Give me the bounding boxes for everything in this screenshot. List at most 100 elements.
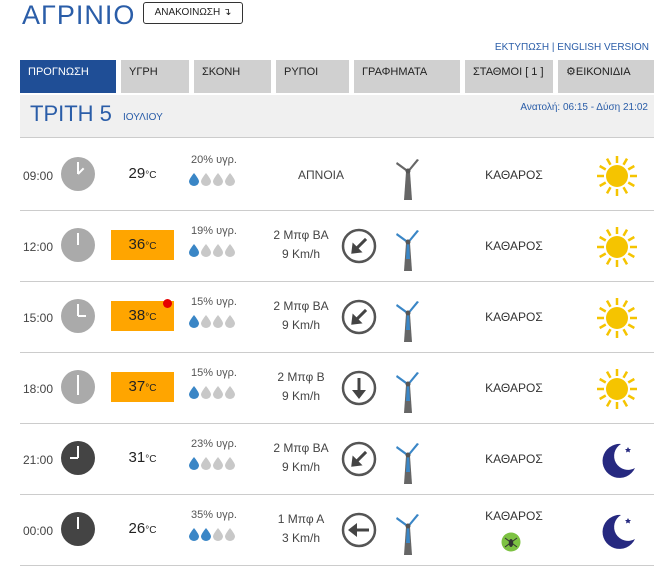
temperature-value: 26 — [128, 520, 146, 537]
forecast-row: 21:00 31°C 23% υγρ. 2 Μπφ ΒΑ 9 Km/h ΚΑΘΑ… — [20, 424, 654, 495]
clock-icon — [60, 156, 96, 192]
forecast-time: 09:00 — [23, 169, 54, 183]
humidity-drop-icon — [201, 315, 211, 332]
wind-turbine-icon — [388, 296, 428, 342]
temperature: 29°C — [111, 159, 174, 189]
day-header: ΤΡΙΤΗ 5 ΙΟΥΛΙΟΥ Ανατολή: 06:15 - Δύση 21… — [20, 95, 654, 138]
wind-force: 2 Μπφ ΒΑ — [273, 299, 329, 313]
temperature-value: 38 — [128, 307, 146, 324]
tab-stations[interactable]: ΣΤΑΘΜΟΙ [ 1 ] — [465, 60, 553, 93]
temperature-unit: °C — [145, 383, 157, 394]
forecast-row: 18:00 37°C 15% υγρ. 2 Μπφ Β 9 Km/h ΚΑΘΑΡ… — [20, 353, 654, 424]
sun-icon — [595, 296, 639, 340]
gear-icon: ⚙ — [566, 66, 576, 78]
humidity-drop-icon — [189, 528, 199, 545]
day-name: ΤΡΙΤΗ 5 — [30, 101, 112, 126]
forecast-time: 12:00 — [23, 240, 54, 254]
humidity-drop-icon — [213, 173, 223, 190]
forecast-row: 00:00 26°C 35% υγρ. 1 Μπφ Α 3 Km/h ΚΑΘΑΡ… — [20, 495, 654, 566]
wind-turbine-icon — [388, 154, 428, 200]
tab-pollutants[interactable]: ΡΥΠΟΙ — [276, 60, 349, 93]
print-link[interactable]: ΕΚΤΥΠΩΣΗ — [495, 42, 549, 53]
forecast-row: 15:00 38°C 15% υγρ. 2 Μπφ ΒΑ 9 Km/h ΚΑΘΑ… — [20, 282, 654, 353]
wind-direction-arrow-icon — [341, 228, 377, 264]
humidity-drop-icon — [201, 386, 211, 403]
top-links: ΕΚΤΥΠΩΣΗ | ENGLISH VERSION — [495, 42, 649, 53]
link-separator: | — [551, 42, 555, 53]
humidity-drop-icon — [189, 457, 199, 474]
temperature: 37°C — [111, 372, 174, 402]
humidity-drops — [189, 244, 237, 262]
wind-turbine-icon — [388, 438, 428, 484]
tab-label: ΥΓΡΗ — [129, 66, 158, 78]
wind-speed: 3 Km/h — [281, 531, 320, 545]
wind-turbine-icon — [388, 509, 428, 555]
sky-condition: ΚΑΘΑΡΟΣ — [485, 239, 543, 253]
wind-direction-arrow-icon — [341, 441, 377, 477]
announcement-button[interactable]: ΑΝΑΚΟΙΝΩΣΗ ↴ — [143, 2, 243, 24]
temperature: 31°C — [111, 443, 174, 473]
clock-icon — [60, 440, 96, 476]
humidity-drop-icon — [189, 386, 199, 403]
wind-force: ΑΠΝΟΙΑ — [297, 168, 344, 182]
sky-condition: ΚΑΘΑΡΟΣ — [485, 168, 543, 182]
tab-moisture[interactable]: ΥΓΡΗ — [121, 60, 189, 93]
tab-charts[interactable]: ΓΡΑΦΗΜΑΤΑ — [354, 60, 460, 93]
humidity-text: 20% υγρ. — [191, 154, 237, 166]
tab-label: ΕΙΚΟΝΙΔΙΑ — [575, 66, 631, 78]
humidity-drops — [189, 173, 237, 191]
humidity-drop-icon — [213, 457, 223, 474]
sunrise-sunset: Ανατολή: 06:15 - Δύση 21:02 — [520, 102, 648, 113]
humidity-drop-icon — [189, 315, 199, 332]
clock-icon — [60, 511, 96, 547]
temperature-value: 29 — [128, 165, 146, 182]
mosquito-icon — [501, 532, 521, 552]
clock-icon — [60, 298, 96, 334]
humidity-text: 19% υγρ. — [191, 225, 237, 237]
moon-icon — [595, 509, 639, 553]
humidity-drop-icon — [201, 528, 211, 545]
wind-speed: 9 Km/h — [281, 460, 320, 474]
sky-condition: ΚΑΘΑΡΟΣ — [485, 310, 543, 324]
humidity-text: 15% υγρ. — [191, 296, 237, 308]
tab-dust[interactable]: ΣΚΟΝΗ — [194, 60, 271, 93]
tab-forecast[interactable]: ΠΡΟΓΝΩΣΗ — [20, 60, 116, 93]
tab-label: ΣΤΑΘΜΟΙ [ 1 ] — [473, 66, 544, 78]
humidity-drop-icon — [225, 244, 235, 261]
humidity-drop-icon — [225, 386, 235, 403]
humidity-drops — [189, 457, 237, 475]
temperature-value: 37 — [128, 378, 146, 395]
forecast-time: 00:00 — [23, 524, 54, 538]
humidity-drop-icon — [213, 528, 223, 545]
tab-bar: ΠΡΟΓΝΩΣΗ ΥΓΡΗ ΣΚΟΝΗ ΡΥΠΟΙ ΓΡΑΦΗΜΑΤΑ ΣΤΑΘ… — [20, 60, 654, 93]
wind-force: 2 Μπφ ΒΑ — [273, 228, 329, 242]
clock-icon — [60, 369, 96, 405]
humidity-drop-icon — [213, 315, 223, 332]
sun-icon — [595, 367, 639, 411]
humidity-drop-icon — [189, 173, 199, 190]
humidity-drop-icon — [225, 315, 235, 332]
wind-direction-arrow-icon — [341, 370, 377, 406]
tab-icons[interactable]: ⚙ΕΙΚΟΝΙΔΙΑ — [558, 60, 654, 93]
wind-info: 2 Μπφ Β 9 Km/h — [256, 368, 346, 406]
city-title: ΑΓΡΙΝΙΟ — [22, 0, 136, 30]
wind-speed: 9 Km/h — [281, 389, 320, 403]
humidity-text: 15% υγρ. — [191, 367, 237, 379]
temperature-value: 31 — [128, 449, 146, 466]
english-version-link[interactable]: ENGLISH VERSION — [557, 42, 649, 53]
wind-speed: 9 Km/h — [281, 318, 320, 332]
humidity-drop-icon — [225, 457, 235, 474]
temperature-value: 36 — [128, 236, 146, 253]
tab-label: ΠΡΟΓΝΩΣΗ — [28, 66, 89, 78]
wind-turbine-icon — [388, 225, 428, 271]
forecast-row: 09:00 29°C 20% υγρ. ΑΠΝΟΙΑ ΚΑΘΑΡΟΣ — [20, 140, 654, 211]
humidity-drop-icon — [189, 244, 199, 261]
humidity-drops — [189, 386, 237, 404]
humidity-drops — [189, 528, 237, 546]
wind-force: 1 Μπφ Α — [277, 512, 325, 526]
wind-direction-arrow-icon — [341, 299, 377, 335]
tab-label: ΣΚΟΝΗ — [202, 66, 241, 78]
humidity-drops — [189, 315, 237, 333]
forecast-time: 15:00 — [23, 311, 54, 325]
humidity-drop-icon — [225, 528, 235, 545]
